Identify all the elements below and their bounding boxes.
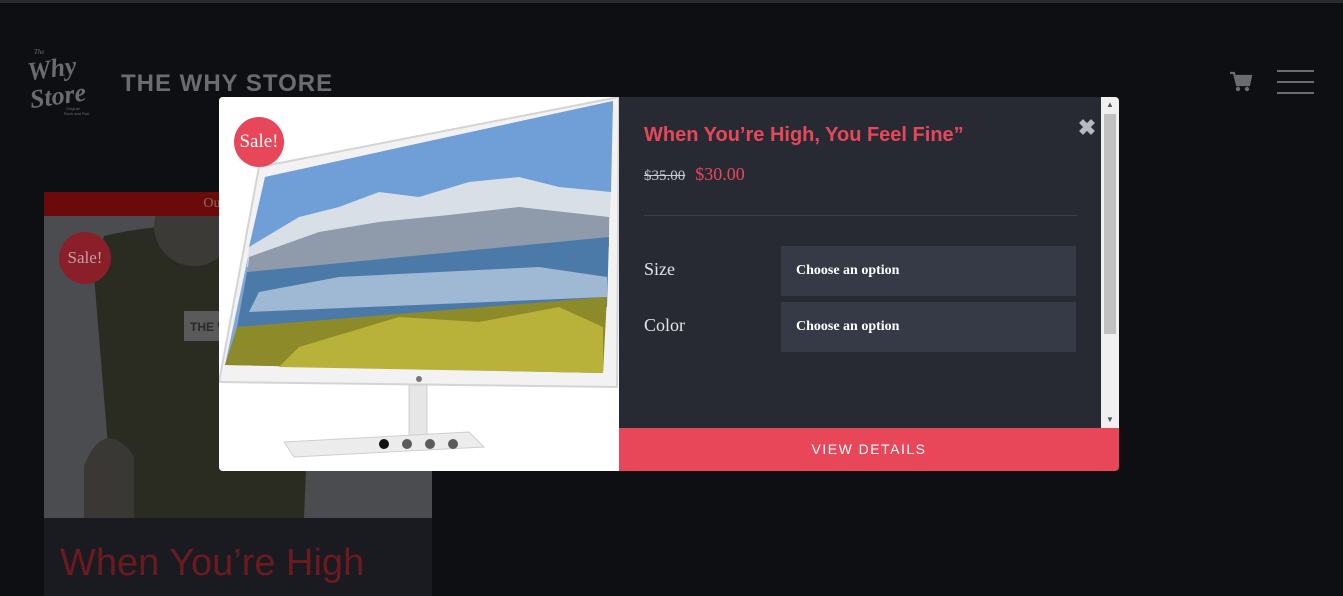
scrollbar[interactable]: ▲ ▼ — [1101, 97, 1119, 428]
scroll-up-icon[interactable]: ▲ — [1101, 97, 1119, 113]
gallery-dot-4[interactable] — [448, 439, 458, 449]
cart-icon[interactable] — [1229, 71, 1253, 93]
product-title: When You’re High, You Feel Fine” — [644, 124, 964, 146]
price-new: $30.00 — [695, 164, 745, 184]
gallery-dot-1[interactable] — [379, 439, 389, 449]
svg-text:Rock and Roll: Rock and Roll — [64, 111, 89, 116]
size-label: Size — [644, 259, 675, 279]
card-sale-badge: Sale! — [59, 232, 111, 284]
gallery-dot-3[interactable] — [425, 439, 435, 449]
view-details-button[interactable]: VIEW DETAILS — [619, 428, 1119, 471]
price: $35.00 $30.00 — [644, 164, 745, 185]
color-label: Color — [644, 315, 686, 335]
sale-badge: Sale! — [234, 117, 284, 167]
card-title[interactable]: When You’re High — [60, 542, 364, 585]
gallery-dot-2[interactable] — [402, 439, 412, 449]
top-border — [0, 0, 1343, 3]
modal-gallery[interactable]: Sale! — [219, 97, 619, 471]
scroll-down-icon[interactable]: ▼ — [1101, 412, 1119, 428]
scroll-thumb[interactable] — [1104, 114, 1116, 334]
quick-view-modal: Sale! When You’re High, You Feel Fine” ✖… — [219, 97, 1119, 471]
divider — [644, 215, 1077, 216]
modal-summary: When You’re High, You Feel Fine” ✖ $35.0… — [619, 97, 1119, 471]
color-select[interactable]: Choose an option — [781, 302, 1076, 352]
menu-icon[interactable] — [1277, 70, 1314, 94]
close-icon[interactable]: ✖ — [1077, 117, 1097, 139]
size-select[interactable]: Choose an option — [781, 246, 1076, 296]
gallery-dots — [379, 439, 458, 449]
price-old: $35.00 — [644, 168, 686, 184]
store-logo[interactable]: The Why Store Original Rock and Roll — [26, 44, 112, 118]
site-title[interactable]: THE WHY STORE — [121, 70, 333, 98]
